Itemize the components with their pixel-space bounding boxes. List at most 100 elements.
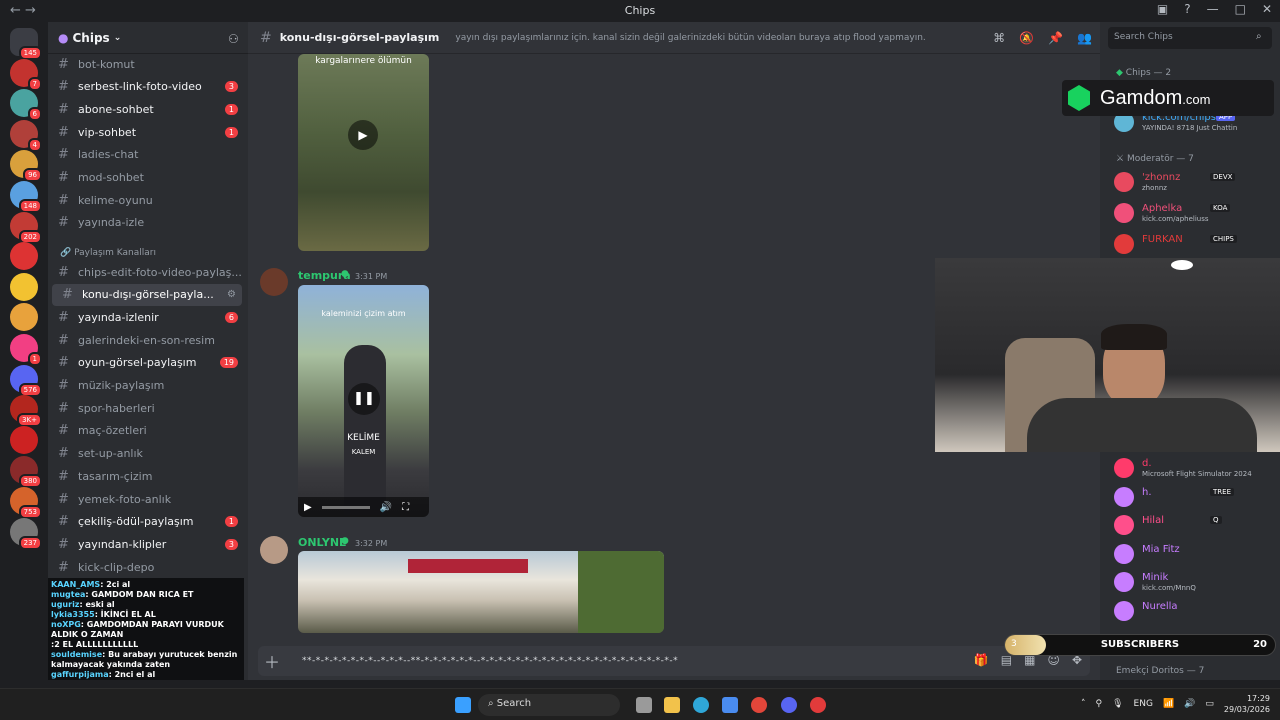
pause-icon[interactable]: ❚❚ bbox=[348, 383, 380, 415]
server-icon[interactable]: 4 bbox=[10, 119, 42, 152]
video-attachment[interactable]: kaleminizi çizim atım ❚❚ KELİME KALEM ▶ … bbox=[298, 285, 429, 517]
server-header[interactable]: ● Chips ⌄ ⚇ bbox=[48, 22, 248, 54]
member-item[interactable]: Aphelka KOA kick.com/apheliuss bbox=[1114, 201, 1274, 227]
channel-item[interactable]: # ladies-chat bbox=[48, 144, 244, 166]
mute-icon[interactable]: 🔕 bbox=[1019, 31, 1034, 45]
volume-icon[interactable]: 🔊 bbox=[380, 502, 392, 513]
member-item[interactable]: FURKAN CHIPS bbox=[1114, 232, 1274, 258]
channel-item[interactable]: # kick-clip-depo bbox=[48, 556, 244, 578]
app-icon[interactable] bbox=[810, 697, 826, 713]
clock[interactable]: 17:29 29/03/2026 bbox=[1224, 693, 1270, 715]
member-item[interactable]: Minik kick.com/MnnQ bbox=[1114, 570, 1274, 596]
wifi-icon[interactable]: 📶 bbox=[1163, 699, 1174, 709]
volume-icon[interactable]: 🔊 bbox=[1184, 699, 1195, 709]
avatar[interactable] bbox=[260, 268, 288, 296]
channel-item[interactable]: # mod-sohbet bbox=[48, 167, 244, 189]
server-icon[interactable]: 7 bbox=[10, 58, 42, 91]
channel-topic[interactable]: yayın dışı paylaşımlarınız için. kanal s… bbox=[455, 33, 925, 43]
server-icon[interactable]: 3K+ bbox=[10, 395, 42, 428]
search-input[interactable]: Search Chips bbox=[1108, 27, 1272, 49]
channel-item[interactable]: # bot-komut bbox=[48, 53, 244, 75]
members-icon[interactable]: 👥 bbox=[1077, 31, 1092, 45]
channel-item[interactable]: # maç-özetleri bbox=[48, 420, 244, 442]
store-icon[interactable] bbox=[722, 697, 738, 713]
play-icon[interactable]: ▶ bbox=[348, 120, 378, 150]
settings-icon[interactable]: ⚙ bbox=[227, 289, 236, 300]
server-icon[interactable] bbox=[10, 425, 38, 454]
channel-item[interactable]: # kelime-oyunu bbox=[48, 189, 244, 211]
server-icon[interactable]: 202 bbox=[10, 211, 42, 244]
server-icon[interactable]: 96 bbox=[10, 150, 42, 183]
channel-item[interactable]: # yayından-klipler 3 bbox=[48, 533, 244, 555]
avatar[interactable] bbox=[260, 536, 288, 564]
help-icon[interactable]: ? bbox=[1184, 2, 1190, 16]
hash-icon: # bbox=[58, 423, 69, 439]
member-item[interactable]: d. Microsoft Flight Simulator 2024 bbox=[1114, 456, 1274, 482]
server-icon[interactable]: 148 bbox=[10, 181, 42, 213]
channel-item[interactable]: # abone-sohbet 1 bbox=[48, 98, 244, 120]
network-icon[interactable]: ⚲ bbox=[1096, 699, 1103, 709]
server-icon[interactable] bbox=[10, 303, 38, 332]
message-composer[interactable]: ＋ **-*-*-*-*-*-*-*--*-*-*--**-*-*-*-*-*-… bbox=[258, 646, 1090, 676]
channel-item[interactable]: # galerindeki-en-son-resim bbox=[48, 329, 244, 351]
server-icon[interactable]: 6 bbox=[10, 89, 42, 122]
category-paylasim[interactable]: 🔗 Paylaşım Kanalları bbox=[60, 248, 156, 258]
plus-icon[interactable]: ＋ bbox=[258, 649, 286, 673]
channel-item[interactable]: # chips-edit-foto-video-paylaş... bbox=[48, 261, 244, 283]
stream-chat-line: souldemise: Bu arabayı yurutucek benzin … bbox=[51, 650, 238, 669]
pin-icon[interactable]: 📌 bbox=[1048, 31, 1063, 45]
server-icon[interactable]: 145 bbox=[10, 28, 42, 60]
server-icon[interactable] bbox=[10, 272, 38, 301]
add-member-icon[interactable]: ⚇ bbox=[228, 32, 239, 46]
chrome-icon[interactable] bbox=[751, 697, 767, 713]
message-input[interactable]: **-*-*-*-*-*-*-*--*-*-*--**-*-*-*-*-*-*-… bbox=[302, 656, 678, 666]
member-item[interactable]: h. TREE bbox=[1114, 485, 1274, 511]
member-item[interactable]: 'zhonnz DEVX zhonnz bbox=[1114, 170, 1274, 196]
gift-icon[interactable]: 🎁 bbox=[974, 653, 989, 667]
maximize-button[interactable]: □ bbox=[1235, 2, 1246, 16]
member-item[interactable]: Mia Fitz bbox=[1114, 542, 1274, 568]
channel-item[interactable]: # yayında-izlenir 6 bbox=[48, 306, 244, 328]
search-icon[interactable]: ⌕ bbox=[1256, 31, 1262, 42]
channel-item[interactable]: # tasarım-çizim bbox=[48, 465, 244, 487]
message-author[interactable]: ONLYNE bbox=[298, 536, 347, 549]
member-status: YAYINDA! 8718 Just Chattin bbox=[1142, 124, 1238, 132]
member-item[interactable]: Hilal Q bbox=[1114, 513, 1274, 539]
channel-item[interactable]: # spor-haberleri bbox=[48, 397, 244, 419]
taskbar-search[interactable]: ⌕ Search bbox=[478, 694, 620, 716]
edge-icon[interactable] bbox=[693, 697, 709, 713]
discord-icon[interactable] bbox=[781, 697, 797, 713]
server-icon[interactable]: 1 bbox=[10, 334, 42, 366]
minimize-button[interactable]: — bbox=[1207, 2, 1219, 16]
chevron-up-icon[interactable]: ˄ bbox=[1081, 699, 1086, 709]
channel-item[interactable]: # müzik-paylaşım bbox=[48, 375, 244, 397]
server-icon[interactable] bbox=[10, 242, 38, 271]
fullscreen-icon[interactable]: ⛶ bbox=[402, 502, 409, 513]
mic-icon[interactable]: 🎙 bbox=[1112, 699, 1123, 709]
image-attachment[interactable] bbox=[298, 551, 664, 633]
close-button[interactable]: ✕ bbox=[1262, 2, 1272, 16]
video-attachment[interactable]: kargalarınere ölümün ▶ bbox=[298, 54, 429, 251]
channel-item[interactable]: # vip-sohbet 1 bbox=[48, 121, 244, 143]
channel-item[interactable]: # konu-dışı-görsel-payla... ⚙ bbox=[52, 283, 242, 306]
channel-item[interactable]: # yayında-izle bbox=[48, 212, 244, 234]
channel-item[interactable]: # oyun-görsel-paylaşım 19 bbox=[48, 352, 244, 374]
channel-item[interactable]: # serbest-link-foto-video 3 bbox=[48, 76, 244, 98]
inbox-icon[interactable]: ▣ bbox=[1157, 2, 1168, 16]
task-view-icon[interactable] bbox=[636, 697, 652, 713]
channel-item[interactable]: # çekiliş-ödül-paylaşım 1 bbox=[48, 511, 244, 533]
play-icon[interactable]: ▶ bbox=[304, 502, 312, 513]
member-item[interactable]: Nurella bbox=[1114, 599, 1274, 625]
server-icon[interactable]: 753 bbox=[10, 487, 42, 519]
language-indicator[interactable]: ENG bbox=[1134, 699, 1153, 709]
seek-bar[interactable] bbox=[321, 505, 370, 509]
server-icon[interactable]: 576 bbox=[10, 364, 42, 397]
file-explorer-icon[interactable] bbox=[664, 697, 680, 713]
server-icon[interactable]: 380 bbox=[10, 456, 42, 489]
server-icon[interactable]: 237 bbox=[10, 517, 42, 550]
threads-icon[interactable]: ⌘ bbox=[993, 31, 1005, 45]
windows-start-icon[interactable] bbox=[455, 697, 471, 713]
channel-item[interactable]: # set-up-anlık bbox=[48, 443, 244, 465]
channel-item[interactable]: # yemek-foto-anlık bbox=[48, 488, 244, 510]
battery-icon[interactable]: ▭ bbox=[1205, 699, 1214, 709]
